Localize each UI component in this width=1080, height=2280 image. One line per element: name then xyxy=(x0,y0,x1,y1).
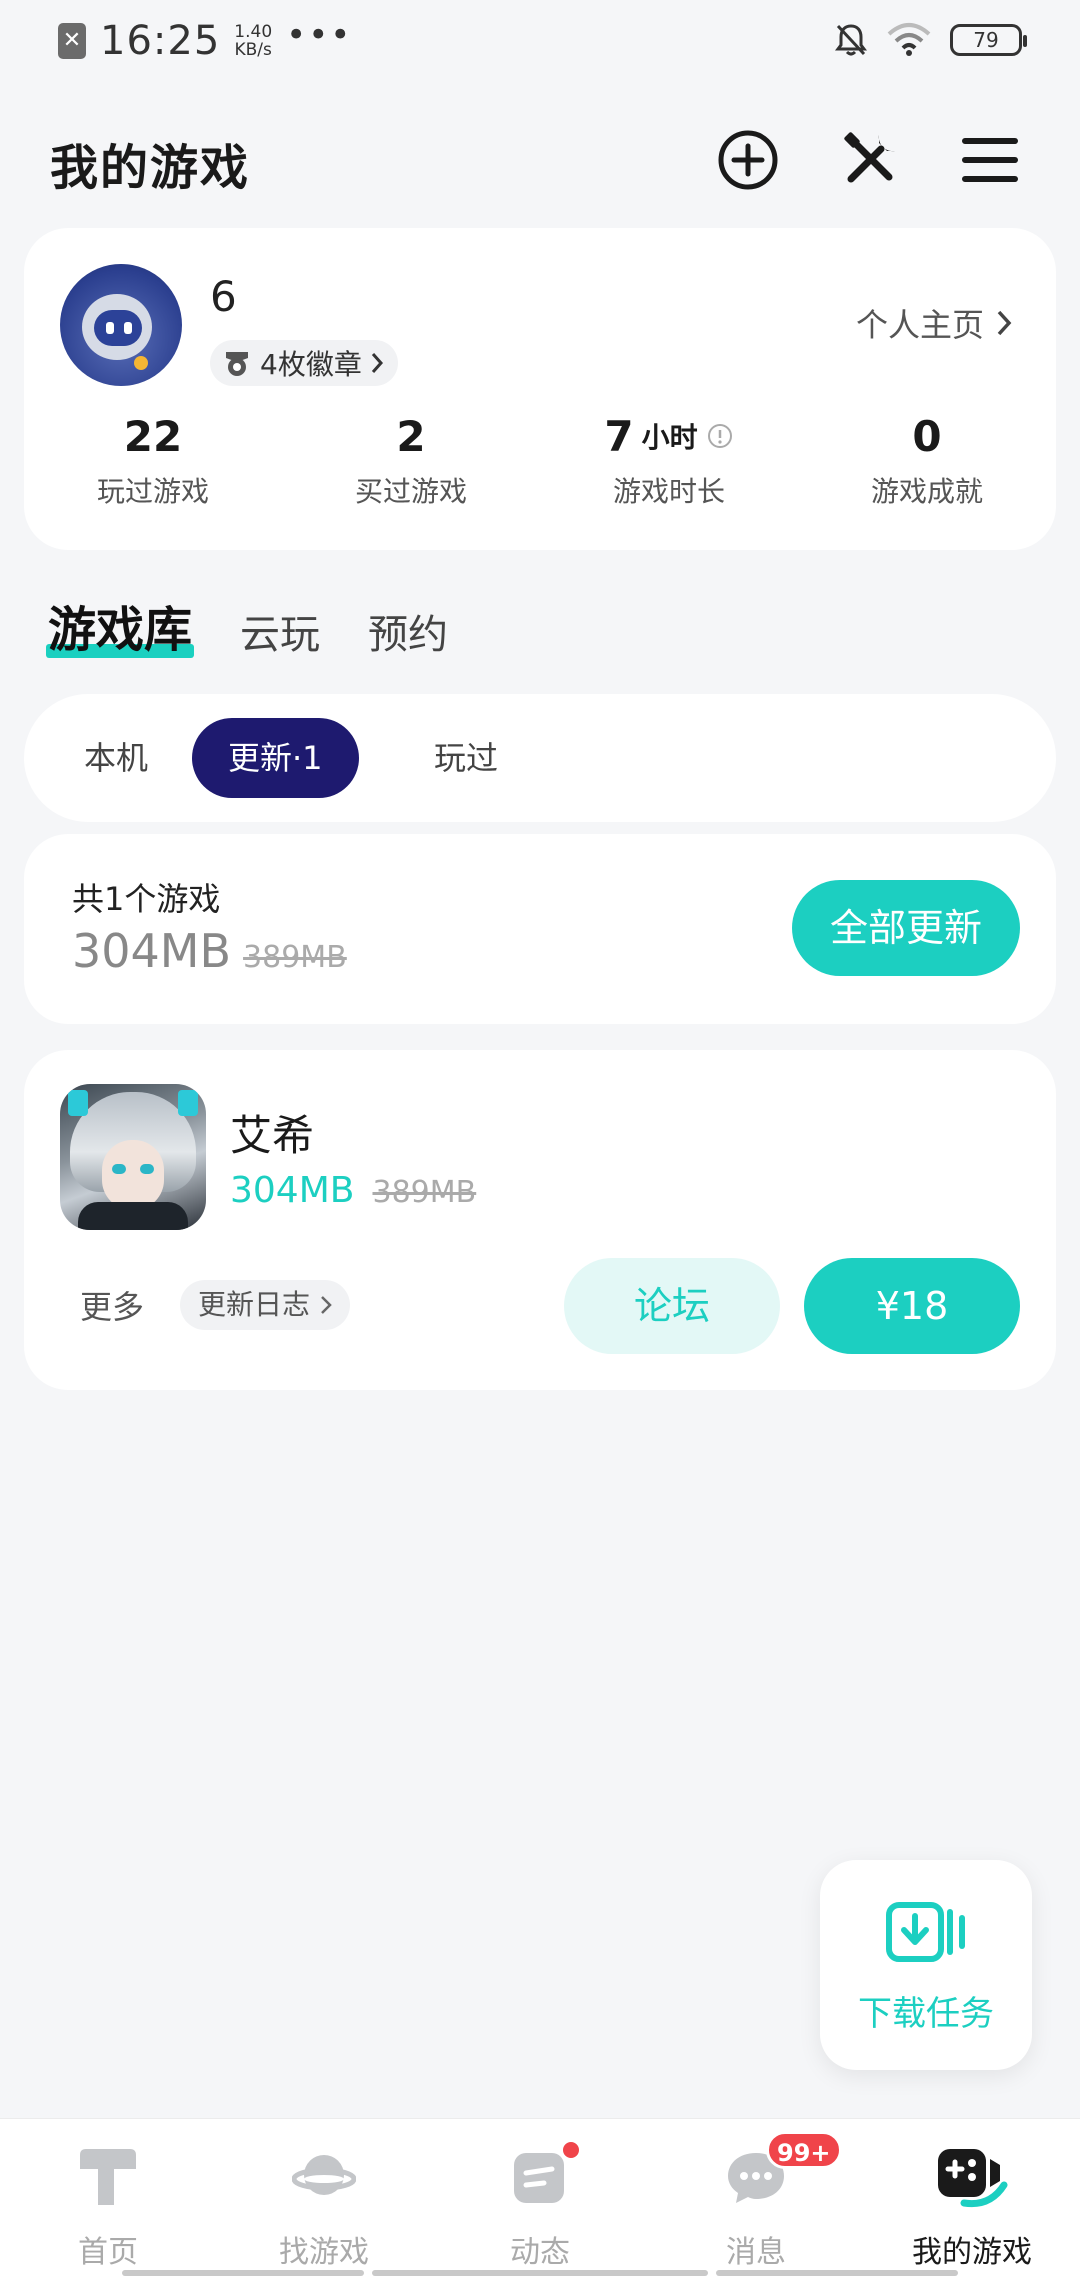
game-size: 304MB 389MB xyxy=(230,1170,476,1211)
gesture-bar xyxy=(372,2270,708,2276)
update-summary-card: 共1个游戏 304MB 389MB 全部更新 xyxy=(24,834,1056,1024)
stat-label: 买过游戏 xyxy=(354,475,467,508)
wifi-icon xyxy=(887,23,931,56)
chevron-right-icon xyxy=(371,353,383,373)
nav-label: 我的游戏 xyxy=(912,2235,1032,2270)
battery-indicator: 79 xyxy=(950,24,1027,56)
game-count: 共1个游戏 xyxy=(72,880,221,918)
filter-played[interactable]: 玩过 xyxy=(398,718,534,798)
network-speed-unit: KB/s xyxy=(234,40,272,60)
changelog-button[interactable]: 更新日志 xyxy=(180,1280,351,1330)
network-speed: 1.40 KB/s xyxy=(234,23,272,59)
profile-card: 6 4枚徽章 个人主页 22 玩过游戏 2 买过游戏 7 小时 游戏时长 0 游… xyxy=(24,228,1056,550)
tab-label: 游戏库 xyxy=(48,602,193,658)
info-icon[interactable] xyxy=(706,422,734,450)
buy-button[interactable]: ¥18 xyxy=(804,1258,1020,1354)
stat-achievements[interactable]: 0 游戏成就 xyxy=(798,408,1056,510)
feed-unread-dot xyxy=(560,2139,582,2161)
chevron-right-icon xyxy=(997,310,1012,336)
nav-item-home[interactable]: 首页 xyxy=(0,2119,216,2280)
tab-game-library[interactable]: 游戏库 xyxy=(46,590,195,660)
status-more-icon: ••• xyxy=(286,15,353,55)
menu-icon xyxy=(962,138,1018,182)
total-size: 304MB 389MB xyxy=(72,924,347,978)
library-tabs: 游戏库 云玩 预约 xyxy=(46,590,448,660)
game-icon[interactable] xyxy=(60,1084,206,1230)
badge-chip[interactable]: 4枚徽章 xyxy=(210,340,398,386)
tab-label: 预约 xyxy=(368,612,449,658)
changelog-label: 更新日志 xyxy=(198,1288,311,1321)
nav-item-my-games[interactable]: 我的游戏 xyxy=(864,2119,1080,2280)
update-all-button[interactable]: 全部更新 xyxy=(792,880,1020,976)
forum-button[interactable]: 论坛 xyxy=(564,1258,780,1354)
gamepad-icon xyxy=(938,2149,1008,2208)
filter-local[interactable]: 本机 xyxy=(48,718,184,798)
stat-value: 7 xyxy=(604,411,634,461)
app-header: 我的游戏 xyxy=(0,110,1080,210)
download-icon xyxy=(886,1902,965,1962)
page-title: 我的游戏 xyxy=(50,140,251,196)
username: 6 xyxy=(210,272,237,321)
mute-bell-icon xyxy=(835,24,867,56)
nav-item-discover[interactable]: 找游戏 xyxy=(216,2119,432,2280)
nav-label: 找游戏 xyxy=(279,2235,369,2270)
stat-value: 0 xyxy=(912,411,942,461)
notification-close-icon: ✕ xyxy=(58,23,86,59)
planet-icon xyxy=(292,2155,356,2195)
game-name[interactable]: 艾希 xyxy=(230,1102,314,1163)
tab-label: 云玩 xyxy=(240,612,321,658)
game-old-size: 389MB xyxy=(372,1175,477,1210)
gesture-bar xyxy=(122,2270,364,2276)
add-game-button[interactable] xyxy=(712,124,784,196)
badge-chip-label: 4枚徽章 xyxy=(260,348,362,381)
stat-bought[interactable]: 2 买过游戏 xyxy=(282,408,540,510)
stat-label: 游戏时长 xyxy=(612,475,725,508)
filter-bar: 本机 更新·1 玩过 xyxy=(24,694,1056,822)
tools-button[interactable] xyxy=(834,124,906,196)
total-old-size: 389MB xyxy=(243,940,347,975)
stat-label: 游戏成就 xyxy=(870,475,983,508)
tab-cloud-play[interactable]: 云玩 xyxy=(240,602,320,660)
status-time: 16:25 xyxy=(100,18,221,64)
status-bar: ✕ 16:25 1.40 KB/s ••• 79 xyxy=(0,0,1080,84)
bottom-nav: 首页 找游戏 动态 99+ 消息 我的游戏 xyxy=(0,2118,1080,2280)
menu-button[interactable] xyxy=(954,124,1026,196)
nav-label: 消息 xyxy=(726,2235,786,2270)
messages-badge: 99+ xyxy=(766,2131,842,2169)
avatar[interactable] xyxy=(60,264,182,386)
download-tasks-label: 下载任务 xyxy=(858,1994,994,2034)
network-speed-value: 1.40 xyxy=(234,22,273,42)
filter-updates[interactable]: 更新·1 xyxy=(192,718,359,798)
nav-item-messages[interactable]: 99+ 消息 xyxy=(648,2119,864,2280)
homepage-link[interactable]: 个人主页 xyxy=(856,300,1012,346)
stat-playtime[interactable]: 7 小时 游戏时长 xyxy=(540,408,798,510)
stat-unit: 小时 xyxy=(641,421,698,454)
game-new-size: 304MB xyxy=(230,1170,355,1211)
medal-icon xyxy=(226,352,248,376)
nav-label: 动态 xyxy=(510,2235,570,2270)
homepage-link-label: 个人主页 xyxy=(855,306,984,344)
tools-icon xyxy=(844,132,895,183)
profile-stats: 22 玩过游戏 2 买过游戏 7 小时 游戏时长 0 游戏成就 xyxy=(24,408,1056,510)
stat-label: 玩过游戏 xyxy=(96,475,209,508)
game-card: 艾希 304MB 389MB 更多 更新日志 论坛 ¥18 xyxy=(24,1050,1056,1390)
home-icon xyxy=(80,2149,136,2205)
plus-circle-icon xyxy=(718,130,778,190)
total-new-size: 304MB xyxy=(72,924,232,978)
nav-item-feed[interactable]: 动态 xyxy=(432,2119,648,2280)
tab-reservations[interactable]: 预约 xyxy=(368,602,448,660)
stat-value: 2 xyxy=(396,411,426,461)
nav-label: 首页 xyxy=(78,2235,138,2270)
stat-played[interactable]: 22 玩过游戏 xyxy=(24,408,282,510)
more-button[interactable]: 更多 xyxy=(80,1282,144,1328)
gesture-bar xyxy=(716,2270,958,2276)
stat-value: 22 xyxy=(123,411,183,461)
chevron-right-icon xyxy=(321,1296,332,1314)
download-tasks-button[interactable]: 下载任务 xyxy=(820,1860,1032,2070)
